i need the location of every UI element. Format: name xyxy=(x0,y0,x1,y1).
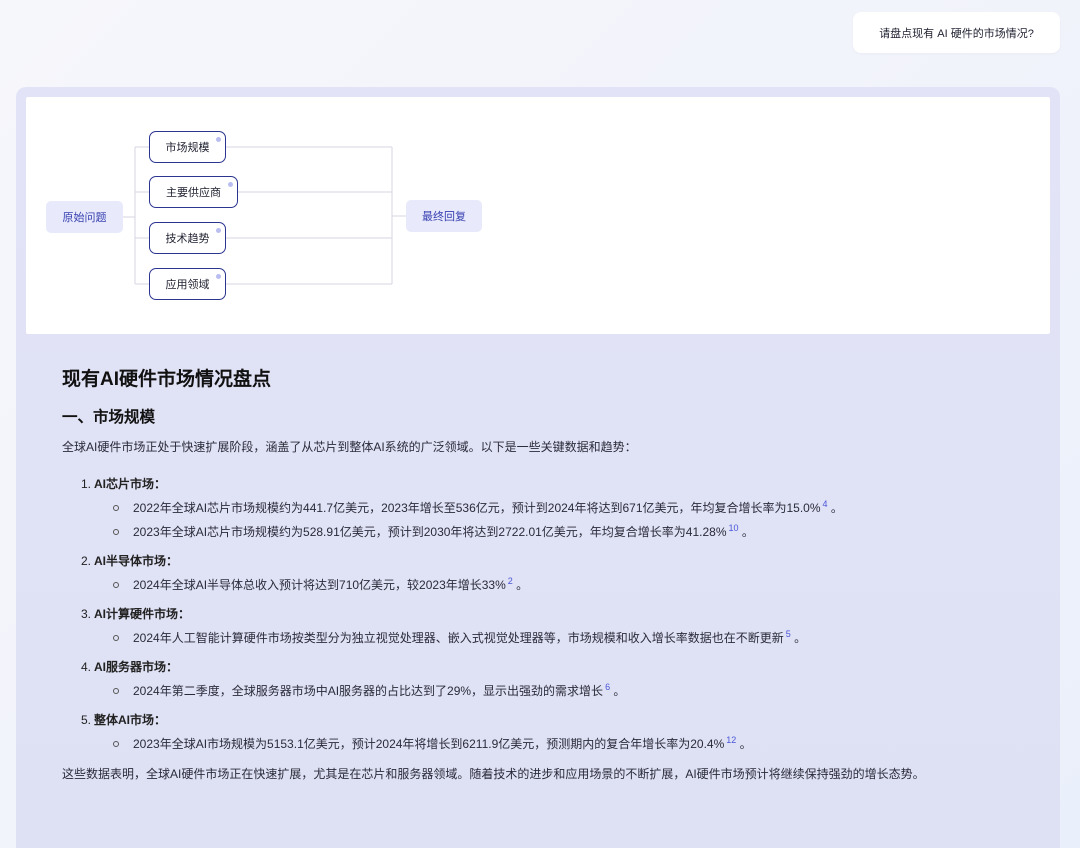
mindmap-root-label: 原始问题 xyxy=(62,212,107,224)
section-intro: 全球AI硬件市场正处于快速扩展阶段，涵盖了从芯片到整体AI系统的广泛领域。以下是… xyxy=(62,440,637,454)
list-item-number: 4. xyxy=(81,660,92,674)
list-item-title: AI芯片市场： xyxy=(94,477,167,491)
bullet-item: 2024年人工智能计算硬件市场按类型分为独立视觉处理器、嵌入式视觉处理器等，市场… xyxy=(113,628,1032,648)
status-dot-icon xyxy=(228,182,233,187)
citation-link[interactable]: 4 xyxy=(823,499,828,509)
list-item-title: AI半导体市场： xyxy=(94,554,179,568)
citation-link[interactable]: 5 xyxy=(786,629,791,639)
bullet-text: 2023年全球AI芯片市场规模约为528.91亿美元，预计到2030年将达到27… xyxy=(133,525,727,539)
mindmap-branch-label: 主要供应商 xyxy=(166,187,221,199)
mindmap-branch-label: 技术趋势 xyxy=(165,233,210,245)
list-item-number: 1. xyxy=(81,477,92,491)
bullet-item: 2023年全球AI芯片市场规模约为528.91亿美元，预计到2030年将达到27… xyxy=(113,522,1032,542)
bullet-end: 。 xyxy=(613,684,626,698)
user-message-text: 请盘点现有 AI 硬件的市场情况? xyxy=(879,27,1034,40)
bullet-text: 2024年人工智能计算硬件市场按类型分为独立视觉处理器、嵌入式视觉处理器等，市场… xyxy=(133,631,784,645)
mindmap-branch-tech-trends[interactable]: 技术趋势 xyxy=(149,222,226,254)
bullet-text: 2024年第二季度，全球服务器市场中AI服务器的占比达到了29%，显示出强劲的需… xyxy=(133,684,604,698)
citation-link[interactable]: 2 xyxy=(508,576,513,586)
answer-content: 现有AI硬件市场情况盘点 一、市场规模 全球AI硬件市场正处于快速扩展阶段，涵盖… xyxy=(62,367,1032,784)
bullet-item: 2024年全球AI半导体总收入预计将达到710亿美元，较2023年增长33% 2 … xyxy=(113,575,1032,595)
citation-link[interactable]: 10 xyxy=(729,523,739,533)
list-item-title: 整体AI市场： xyxy=(94,713,167,727)
mindmap-branch-label: 应用领域 xyxy=(165,279,210,291)
status-dot-icon xyxy=(216,274,221,279)
list-item-title: AI服务器市场： xyxy=(94,660,179,674)
list-item: 5. 整体AI市场： 2023年全球AI市场规模为5153.1亿美元，预计2024… xyxy=(81,710,1032,754)
bullet-end: 。 xyxy=(741,525,754,539)
citation-link[interactable]: 12 xyxy=(726,735,736,745)
list-item-number: 2. xyxy=(81,554,92,568)
status-dot-icon xyxy=(216,137,221,142)
bullet-text: 2023年全球AI市场规模为5153.1亿美元，预计2024年将增长到6211.… xyxy=(133,737,725,751)
bullet-item: 2023年全球AI市场规模为5153.1亿美元，预计2024年将增长到6211.… xyxy=(113,734,1032,754)
bullet-text: 2024年全球AI半导体总收入预计将达到710亿美元，较2023年增长33% xyxy=(133,578,506,592)
bullet-end: 。 xyxy=(516,578,529,592)
list-item: 3. AI计算硬件市场： 2024年人工智能计算硬件市场按类型分为独立视觉处理器、… xyxy=(81,604,1032,648)
list-item: 1. AI芯片市场： 2022年全球AI芯片市场规模约为441.7亿美元，2023… xyxy=(81,474,1032,542)
bullet-item: 2022年全球AI芯片市场规模约为441.7亿美元，2023年增长至536亿元，… xyxy=(113,498,1032,518)
mindmap-branch-market-size[interactable]: 市场规模 xyxy=(149,131,226,163)
mindmap-root-node[interactable]: 原始问题 xyxy=(46,201,123,233)
bullet-text: 2022年全球AI芯片市场规模约为441.7亿美元，2023年增长至536亿元，… xyxy=(133,501,821,515)
mindmap-panel: 原始问题 市场规模 主要供应商 技术趋势 应用领域 最终回复 xyxy=(26,97,1050,334)
answer-title: 现有AI硬件市场情况盘点 xyxy=(62,369,272,390)
list-item-number: 3. xyxy=(81,607,92,621)
status-dot-icon xyxy=(216,228,221,233)
bullet-end: 。 xyxy=(830,501,843,515)
list-item-title: AI计算硬件市场： xyxy=(94,607,191,621)
bullet-end: 。 xyxy=(794,631,807,645)
list-item: 2. AI半导体市场： 2024年全球AI半导体总收入预计将达到710亿美元，较2… xyxy=(81,551,1032,595)
user-message-bubble: 请盘点现有 AI 硬件的市场情况? xyxy=(853,12,1060,53)
mindmap-branch-suppliers[interactable]: 主要供应商 xyxy=(149,176,238,208)
citation-link[interactable]: 6 xyxy=(605,682,610,692)
answer-card: 原始问题 市场规模 主要供应商 技术趋势 应用领域 最终回复 现有AI硬件市场情… xyxy=(16,87,1060,848)
mindmap-final-node[interactable]: 最终回复 xyxy=(406,200,482,232)
conclusion-paragraph: 这些数据表明，全球AI硬件市场正在快速扩展，尤其是在芯片和服务器领域。随着技术的… xyxy=(62,767,925,781)
mindmap-branch-applications[interactable]: 应用领域 xyxy=(149,268,226,300)
mindmap-branch-label: 市场规模 xyxy=(165,142,210,154)
list-item: 4. AI服务器市场： 2024年第二季度，全球服务器市场中AI服务器的占比达到了… xyxy=(81,657,1032,701)
list-item-number: 5. xyxy=(81,713,92,727)
mindmap-final-label: 最终回复 xyxy=(422,211,466,223)
bullet-item: 2024年第二季度，全球服务器市场中AI服务器的占比达到了29%，显示出强劲的需… xyxy=(113,681,1032,701)
bullet-end: 。 xyxy=(739,737,752,751)
section-title: 一、市场规模 xyxy=(62,409,156,426)
